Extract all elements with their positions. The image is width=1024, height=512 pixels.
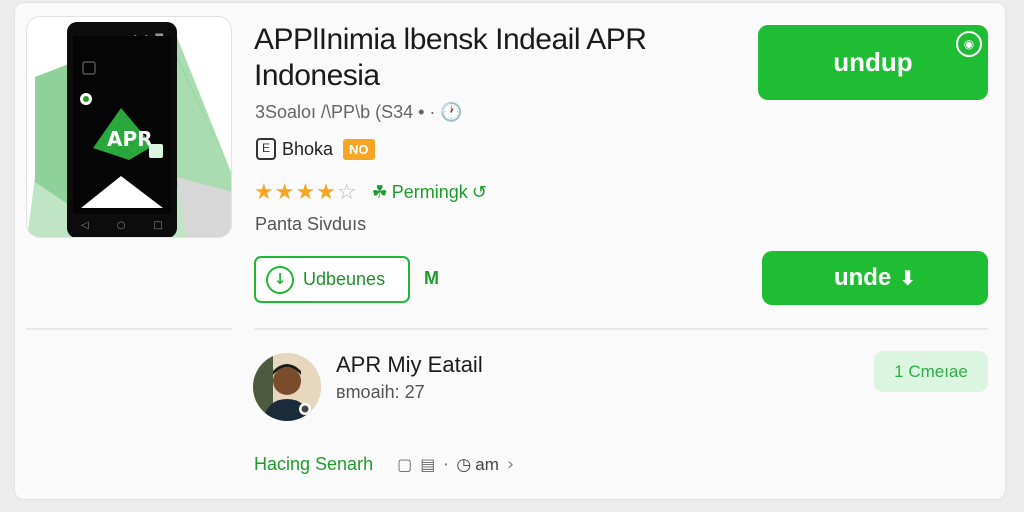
developer-row[interactable]: E Bhoka NO <box>256 138 375 160</box>
logo-text: APR <box>107 127 153 151</box>
outline-download-label: Udbeunes <box>303 269 386 289</box>
status-badge: NO <box>343 138 375 160</box>
phone-illustration: • • ■ APR ◁ ○ □ <box>67 22 177 237</box>
app-meta: 3Soaloı /\PP\b (S34 • · 🕐 <box>255 102 463 122</box>
permission-link[interactable]: ☘ Permingk ↺ <box>372 182 487 203</box>
nav-recent-icon: □ <box>153 220 163 231</box>
comment-chip[interactable]: 1 Cmeıae <box>874 351 988 392</box>
chevron-right-icon[interactable]: › <box>507 454 514 475</box>
app-title: APPlInimia lbensk Indeail APR Indonesia <box>254 22 694 94</box>
footer-row: Hacing Senarh ▢ ▤ · ◷ am › <box>254 454 514 475</box>
developer-icon: E <box>256 138 276 160</box>
side-label: M <box>424 268 439 288</box>
app-title-line-2: Indonesia <box>254 59 380 92</box>
clock-icon: ◷ <box>456 454 472 475</box>
filled-stars: ★★★★ <box>254 180 337 205</box>
location-pin-icon: ◉ <box>956 31 982 57</box>
author-avatar[interactable] <box>253 353 321 421</box>
app-logo-art: APR <box>80 61 163 208</box>
app-icon-tile[interactable]: • • ■ APR ◁ ○ □ <box>26 16 232 238</box>
footer-time: ◷ am <box>456 455 498 475</box>
phone-screen: APR <box>73 36 171 214</box>
download-circle-icon: ↓ <box>266 265 294 294</box>
app-subtitle: Panta Sivduıs <box>255 214 367 234</box>
leaf-icon: ☘ <box>371 182 388 203</box>
bag-icon[interactable]: ▤ <box>420 455 435 474</box>
avatar-photo <box>253 353 321 421</box>
empty-star-icon: ☆ <box>336 180 358 205</box>
rating-stars: ★★★★☆ <box>254 180 358 205</box>
footer-icons: ▢ ▤ · <box>397 455 448 474</box>
nav-back-icon: ◁ <box>81 220 89 231</box>
secondary-download-label: unde <box>833 264 892 291</box>
square-icon[interactable]: ▢ <box>397 455 412 474</box>
rating-row: ★★★★☆ ☘ Permingk ↺ <box>254 180 487 205</box>
primary-download-button[interactable]: undup ◉ <box>758 25 988 100</box>
footer-link[interactable]: Hacing Senarh <box>254 454 373 475</box>
author-name[interactable]: APR Miy Eatail <box>336 352 483 378</box>
author-meta: вmoaih: 27 <box>336 382 425 402</box>
phone-nav-bar: ◁ ○ □ <box>67 220 177 231</box>
time-label: am <box>475 454 499 474</box>
download-arrow-icon: ⬇ <box>899 266 917 290</box>
developer-name[interactable]: Bhoka <box>282 139 333 160</box>
primary-download-label: undup <box>833 47 913 77</box>
app-title-line-1: APPlInimia lbensk Indeail APR <box>254 23 647 56</box>
outline-download-button[interactable]: ↓ Udbeunes <box>254 256 410 303</box>
divider-left <box>26 328 232 330</box>
permission-label: Permingk <box>391 182 468 202</box>
divider-right <box>255 328 988 330</box>
nav-home-icon: ○ <box>116 220 126 231</box>
refresh-icon: ↺ <box>471 182 487 203</box>
secondary-download-button[interactable]: unde ⬇ <box>762 251 988 305</box>
dot-separator-icon: · <box>443 455 449 474</box>
